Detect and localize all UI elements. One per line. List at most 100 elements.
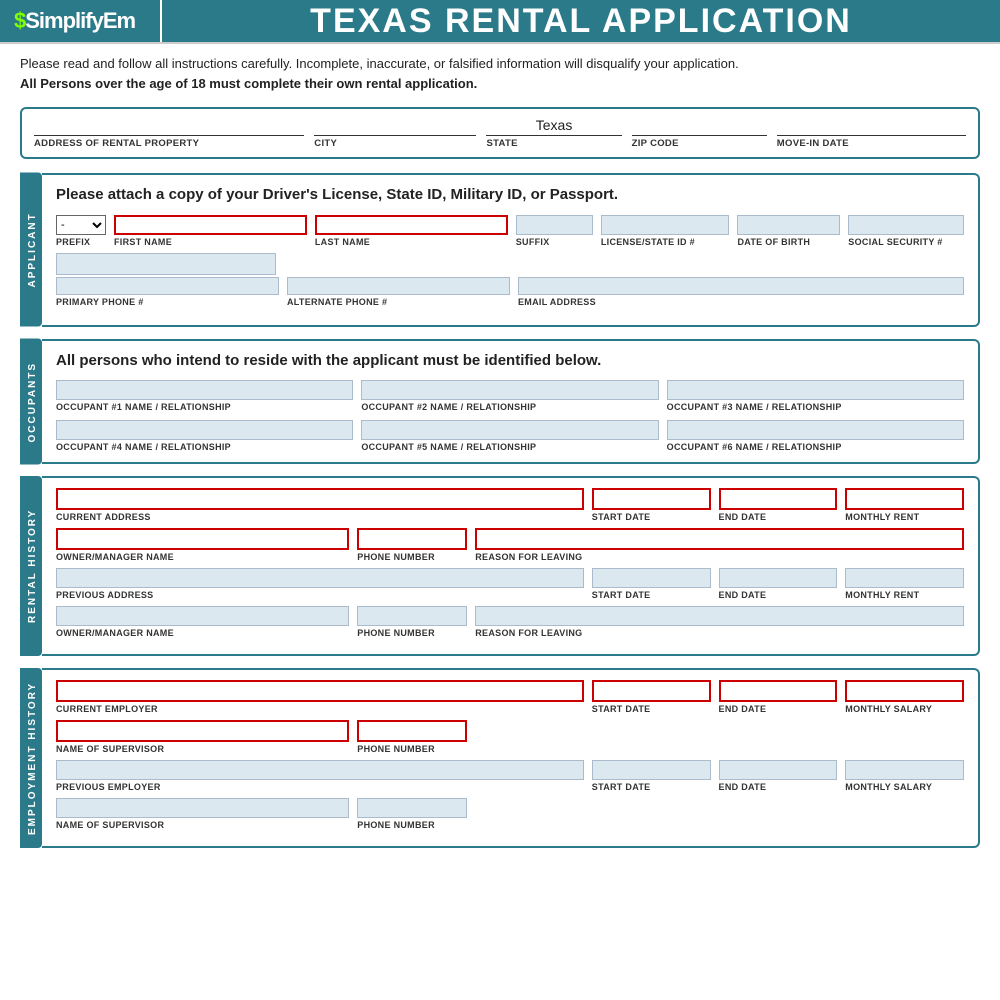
occ3-field: OCCUPANT #3 NAME / RELATIONSHIP [667,380,964,412]
occ4-field: OCCUPANT #4 NAME / RELATIONSHIP [56,420,353,452]
alt-phone-label: ALTERNATE PHONE # [287,297,510,307]
license-label: LICENSE/STATE ID # [601,237,730,247]
prev-emp-end-field: END DATE [719,760,838,792]
move-in-field: MOVE-IN DATE [777,115,966,149]
prev-emp-start-field: START DATE [592,760,711,792]
prev-rent-label: MONTHLY RENT [845,590,964,600]
city-label: CITY [314,135,476,149]
ssn-box-field [56,253,276,275]
prev-employer-field: PREVIOUS EMPLOYER [56,760,584,792]
occupants-header: All persons who intend to reside with th… [56,351,964,371]
logo: $SimplifyEm [14,8,135,34]
email-field: EMAIL ADDRESS [518,277,964,307]
emp-start-input[interactable] [592,680,711,702]
reason-leaving-input[interactable] [475,528,964,550]
rent-end-input[interactable] [719,488,838,510]
prev-address-row: PREVIOUS ADDRESS START DATE END DATE MON… [56,568,964,600]
rent-end-field: END DATE [719,488,838,522]
occ1-field: OCCUPANT #1 NAME / RELATIONSHIP [56,380,353,412]
owner-name-field: OWNER/MANAGER NAME [56,528,349,562]
prev-employer-label: PREVIOUS EMPLOYER [56,782,584,792]
occ3-label: OCCUPANT #3 NAME / RELATIONSHIP [667,402,964,412]
occ5-field: OCCUPANT #5 NAME / RELATIONSHIP [361,420,658,452]
last-name-input[interactable] [315,215,508,235]
owner-name-input[interactable] [56,528,349,550]
occupants-section-box: All persons who intend to reside with th… [42,339,980,465]
reason-leaving-field: REASON FOR LEAVING [475,528,964,562]
employment-history-section-wrapper: EMPLOYMENT HISTORY CURRENT EMPLOYER STAR… [20,668,980,848]
occ5-label: OCCUPANT #5 NAME / RELATIONSHIP [361,442,658,452]
prev-supervisor-row: NAME OF SUPERVISOR PHONE NUMBER [56,798,964,830]
prev-start-label: START DATE [592,590,711,600]
rent-start-field: START DATE [592,488,711,522]
supervisor-row: NAME OF SUPERVISOR PHONE NUMBER [56,720,964,754]
prefix-label: PREFIX [56,237,106,247]
prev-supervisor-label: NAME OF SUPERVISOR [56,820,349,830]
prev-salary-field: MONTHLY SALARY [845,760,964,792]
disclaimer-line2: All Persons over the age of 18 must comp… [20,76,477,91]
prev-emp-phone-field: PHONE NUMBER [357,798,467,830]
logo-area: $SimplifyEm [0,0,160,42]
rental-history-side-label: RENTAL HISTORY [20,476,42,656]
applicant-section-box: Please attach a copy of your Driver's Li… [42,173,980,327]
prev-employer-row: PREVIOUS EMPLOYER START DATE END DATE MO… [56,760,964,792]
supervisor-field: NAME OF SUPERVISOR [56,720,349,754]
title-area: TEXAS RENTAL APPLICATION [162,0,1000,42]
emp-phone-input[interactable] [357,720,467,742]
move-in-value [777,115,966,135]
occ1-label: OCCUPANT #1 NAME / RELATIONSHIP [56,402,353,412]
logo-dollar: $ [14,8,25,33]
current-address-label: CURRENT ADDRESS [56,512,584,522]
address-field: ADDRESS OF RENTAL PROPERTY [34,115,304,149]
occ6-label: OCCUPANT #6 NAME / RELATIONSHIP [667,442,964,452]
prev-address-label: PREVIOUS ADDRESS [56,590,584,600]
reason-leaving-label: REASON FOR LEAVING [475,552,964,562]
emp-end-input[interactable] [719,680,838,702]
prev-emp-phone-label: PHONE NUMBER [357,820,467,830]
primary-phone-label: PRIMARY PHONE # [56,297,279,307]
employment-history-section-box: CURRENT EMPLOYER START DATE END DATE MON… [42,668,980,848]
email-label: EMAIL ADDRESS [518,297,964,307]
owner-manager-row: OWNER/MANAGER NAME PHONE NUMBER REASON F… [56,528,964,562]
applicant-ssn-row [56,253,964,275]
owner-phone-input[interactable] [357,528,467,550]
applicant-header: Please attach a copy of your Driver's Li… [56,185,964,205]
employment-history-side-label: EMPLOYMENT HISTORY [20,668,42,848]
current-address-row: CURRENT ADDRESS START DATE END DATE MONT… [56,488,964,522]
emp-phone-label: PHONE NUMBER [357,744,467,754]
occupants-side-label: OCCUPANTS [20,339,42,465]
prefix-select[interactable]: - Mr. Ms. Mrs. Dr. [56,215,106,235]
current-address-field: CURRENT ADDRESS [56,488,584,522]
last-name-label: LAST NAME [315,237,508,247]
current-employer-input[interactable] [56,680,584,702]
city-value [314,115,476,135]
rent-start-input[interactable] [592,488,711,510]
zip-value [632,115,767,135]
state-field: Texas STATE [486,115,621,149]
address-label: ADDRESS OF RENTAL PROPERTY [34,135,304,149]
prev-address-field: PREVIOUS ADDRESS [56,568,584,600]
monthly-salary-input[interactable] [845,680,964,702]
occupants-section-wrapper: OCCUPANTS All persons who intend to resi… [20,339,980,465]
prev-salary-label: MONTHLY SALARY [845,782,964,792]
emp-end-field: END DATE [719,680,838,714]
owner-phone-label: PHONE NUMBER [357,552,467,562]
occ6-field: OCCUPANT #6 NAME / RELATIONSHIP [667,420,964,452]
prefix-field: - Mr. Ms. Mrs. Dr. PREFIX [56,215,106,247]
prev-end-field: END DATE [719,568,838,600]
owner-name-label: OWNER/MANAGER NAME [56,552,349,562]
monthly-rent-input[interactable] [845,488,964,510]
prev-owner-phone-label: PHONE NUMBER [357,628,467,638]
occupants-row1: OCCUPANT #1 NAME / RELATIONSHIP OCCUPANT… [56,380,964,412]
prev-end-label: END DATE [719,590,838,600]
prev-rent-field: MONTHLY RENT [845,568,964,600]
page: $SimplifyEm TEXAS RENTAL APPLICATION Ple… [0,0,1000,1000]
supervisor-input[interactable] [56,720,349,742]
disclaimer-line1: Please read and follow all instructions … [20,56,739,71]
occ4-label: OCCUPANT #4 NAME / RELATIONSHIP [56,442,353,452]
current-address-input[interactable] [56,488,584,510]
state-value: Texas [486,115,621,135]
applicant-contact-row: PRIMARY PHONE # ALTERNATE PHONE # EMAIL … [56,277,964,307]
applicant-name-row: - Mr. Ms. Mrs. Dr. PREFIX FIRST NAME LAS… [56,215,964,247]
first-name-input[interactable] [114,215,307,235]
